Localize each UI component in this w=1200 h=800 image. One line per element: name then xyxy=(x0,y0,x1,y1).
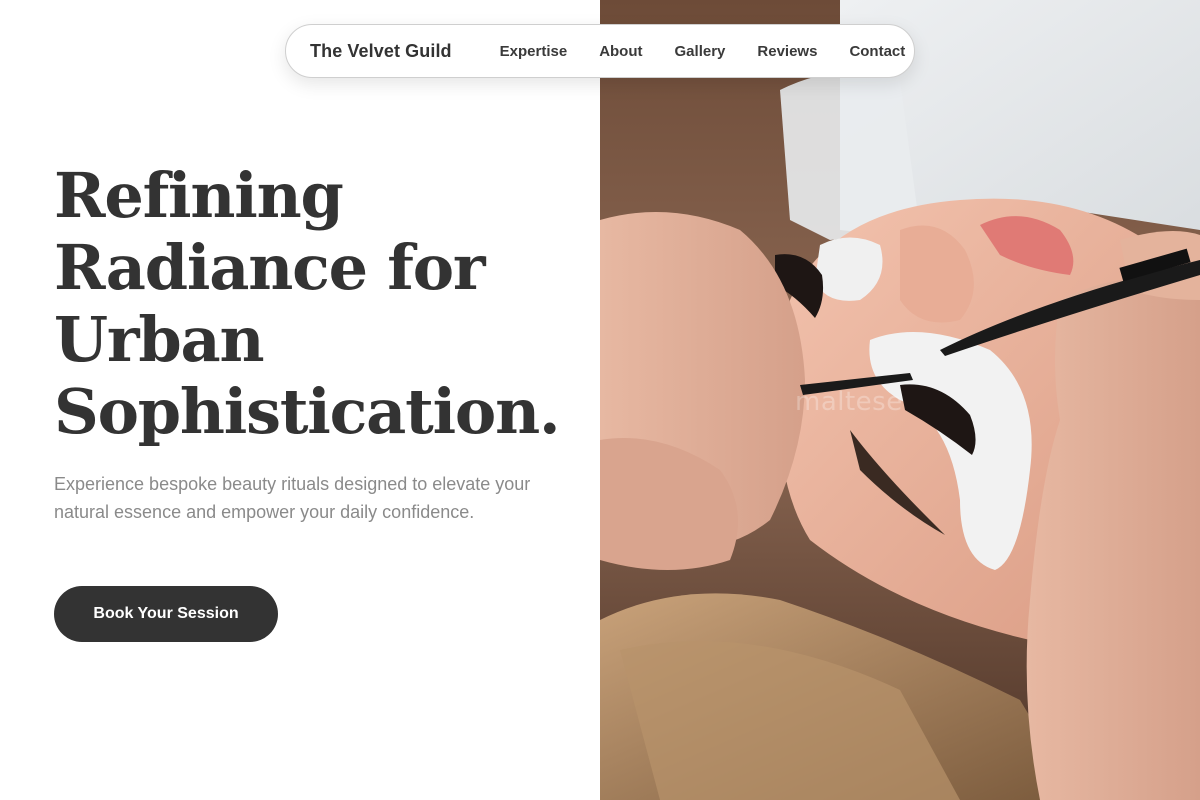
hero-subtitle: Experience bespoke beauty rituals design… xyxy=(54,474,531,522)
nav-links: Expertise About Gallery Reviews Contact xyxy=(500,43,906,60)
nav-link-contact[interactable]: Contact xyxy=(849,43,905,60)
hero-title-line: Sophistication. xyxy=(54,375,561,448)
book-session-button[interactable]: Book Your Session xyxy=(54,586,278,642)
nav-link-about[interactable]: About xyxy=(599,43,642,60)
nav-link-gallery[interactable]: Gallery xyxy=(675,43,726,60)
image-watermark: maltese xyxy=(795,387,903,417)
hero-title-line: Refining xyxy=(54,159,344,232)
hero-title: Refining Radiance for Urban Sophisticati… xyxy=(54,160,594,448)
top-navigation: The Velvet Guild Expertise About Gallery… xyxy=(285,24,915,78)
hero-title-line: Radiance for xyxy=(54,231,486,304)
nav-link-reviews[interactable]: Reviews xyxy=(757,43,817,60)
nav-link-expertise[interactable]: Expertise xyxy=(500,43,568,60)
brand-logo[interactable]: The Velvet Guild xyxy=(310,41,452,62)
hero-title-line: Urban xyxy=(54,303,265,376)
hero-photo: maltese xyxy=(600,0,1200,800)
